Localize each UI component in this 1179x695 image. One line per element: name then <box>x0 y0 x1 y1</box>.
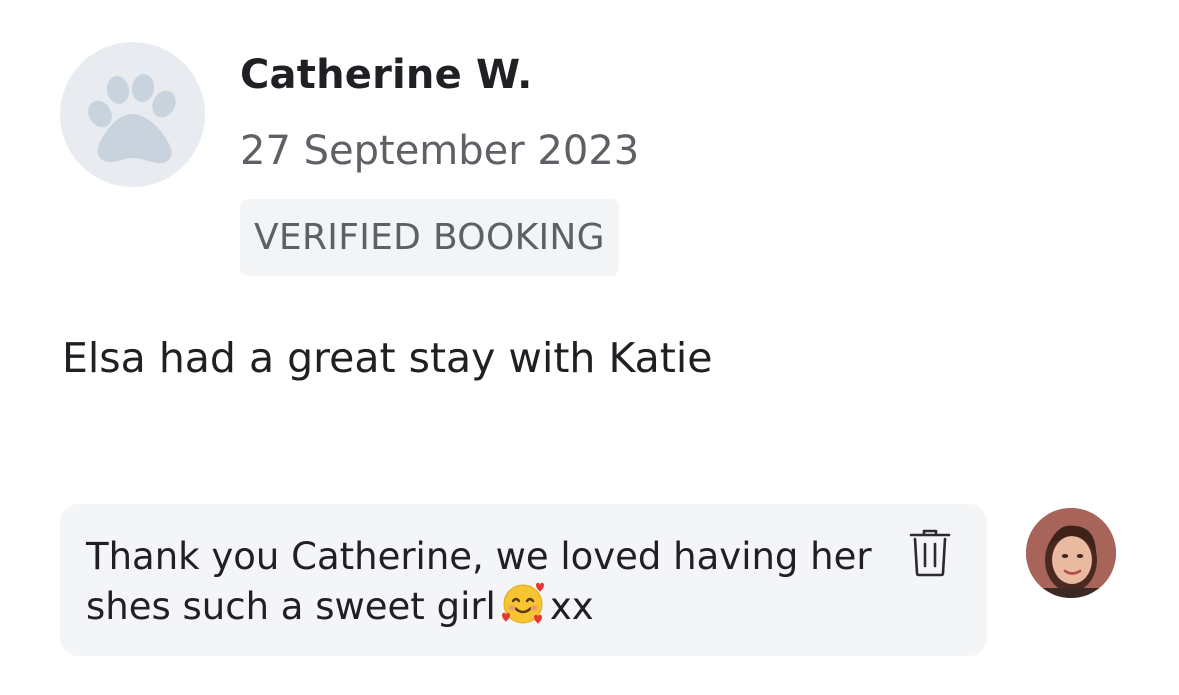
reply-line-2-text: shes such a sweet girl <box>86 585 496 628</box>
profile-photo-icon <box>1026 508 1116 598</box>
host-avatar[interactable] <box>1026 508 1116 598</box>
verified-booking-badge: VERIFIED BOOKING <box>240 199 619 276</box>
reply-line-2-suffix: xx <box>549 585 594 628</box>
reply-text: Thank you Catherine, we loved having her… <box>86 532 886 631</box>
trash-icon[interactable] <box>908 528 952 578</box>
paw-icon <box>88 74 176 164</box>
reply-line-2: shes such a sweet girl xx <box>86 581 886 631</box>
review-card: Catherine W. 27 September 2023 VERIFIED … <box>0 0 1179 695</box>
reviewer-avatar[interactable] <box>60 42 205 187</box>
smiling-face-with-hearts-icon <box>501 582 544 624</box>
review-date: 27 September 2023 <box>240 128 640 174</box>
reviewer-name: Catherine W. <box>240 52 533 98</box>
host-reply-bubble: Thank you Catherine, we loved having her… <box>60 504 987 656</box>
reply-line-1: Thank you Catherine, we loved having her <box>86 535 872 578</box>
review-text: Elsa had a great stay with Katie <box>62 334 713 382</box>
